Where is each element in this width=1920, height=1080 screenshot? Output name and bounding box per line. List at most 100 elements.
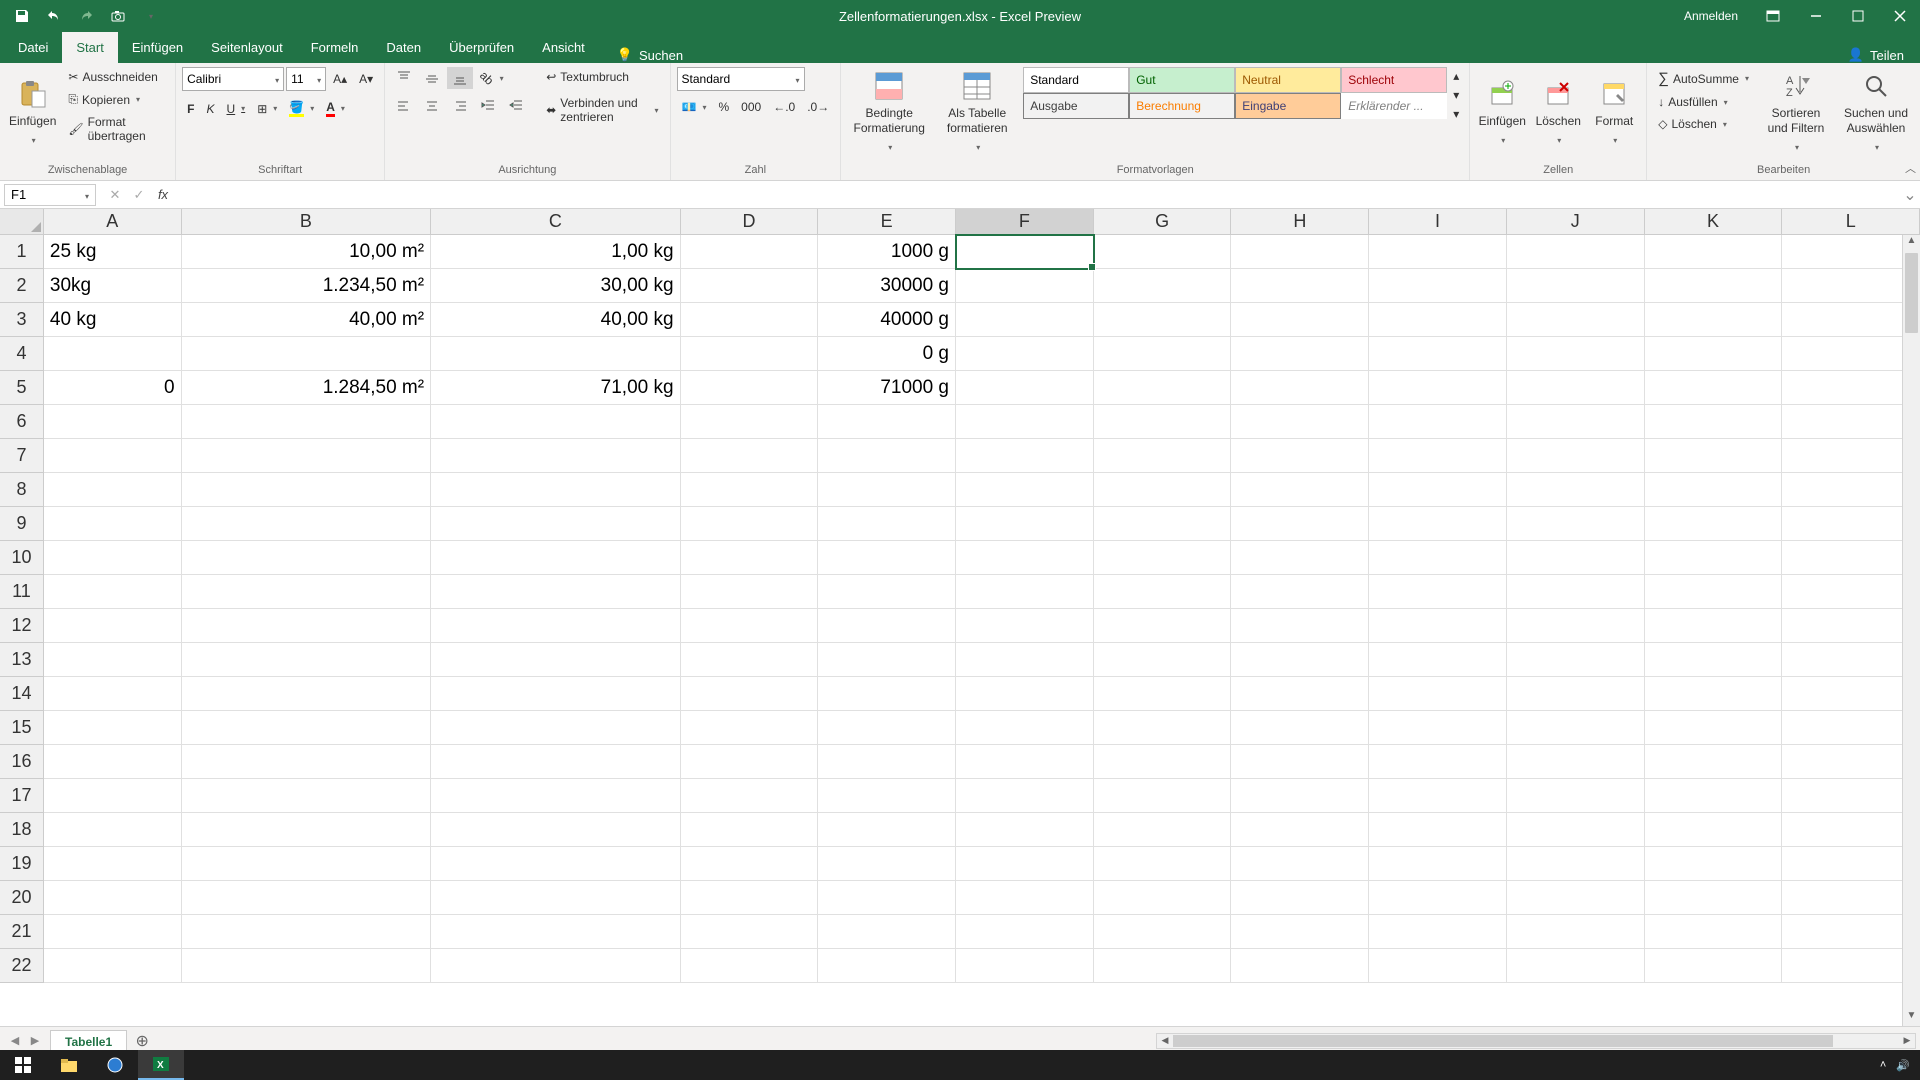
insert-cells-button[interactable]: Einfügen: [1476, 67, 1528, 157]
find-select-button[interactable]: Suchen und Auswählen: [1838, 67, 1914, 157]
cell[interactable]: [44, 915, 182, 949]
cell[interactable]: 0 g: [818, 337, 956, 371]
cell[interactable]: [956, 779, 1094, 813]
format-painter-button[interactable]: 🖌Format übertragen: [63, 112, 169, 146]
cell[interactable]: [681, 779, 819, 813]
cell[interactable]: [1369, 303, 1507, 337]
row-header[interactable]: 1: [0, 235, 44, 269]
cell[interactable]: [818, 609, 956, 643]
cell[interactable]: [1782, 337, 1920, 371]
align-center-button[interactable]: [419, 95, 445, 117]
tab-page[interactable]: Seitenlayout: [197, 32, 297, 63]
cell[interactable]: [44, 643, 182, 677]
format-cells-button[interactable]: Format: [1588, 67, 1640, 157]
cell-style-option[interactable]: Schlecht: [1341, 67, 1447, 93]
column-header[interactable]: D: [681, 209, 819, 234]
tab-file[interactable]: Datei: [4, 32, 62, 63]
search-box[interactable]: 💡Suchen: [607, 47, 693, 63]
save-button[interactable]: [8, 2, 36, 30]
cell[interactable]: [431, 439, 680, 473]
cell[interactable]: [818, 643, 956, 677]
cell[interactable]: [182, 779, 431, 813]
cell-style-option[interactable]: Erklärender ...: [1341, 93, 1447, 119]
cell[interactable]: [1094, 439, 1232, 473]
cell[interactable]: [1645, 235, 1783, 269]
gallery-more-button[interactable]: ▾: [1449, 105, 1463, 123]
cell[interactable]: [1369, 949, 1507, 983]
cell[interactable]: [431, 473, 680, 507]
cell[interactable]: [1645, 915, 1783, 949]
font-color-button[interactable]: A: [321, 97, 350, 120]
cell[interactable]: [1094, 609, 1232, 643]
increase-font-button[interactable]: A▴: [328, 69, 352, 89]
cell-style-option[interactable]: Gut: [1129, 67, 1235, 93]
tab-view[interactable]: Ansicht: [528, 32, 599, 63]
cell[interactable]: [182, 711, 431, 745]
fill-color-button[interactable]: 🪣: [284, 97, 319, 120]
conditional-formatting-button[interactable]: Bedingte Formatierung: [847, 67, 931, 157]
cell[interactable]: 71000 g: [818, 371, 956, 405]
row-header[interactable]: 7: [0, 439, 44, 473]
cell[interactable]: [1369, 473, 1507, 507]
cell[interactable]: [182, 541, 431, 575]
cell[interactable]: [818, 405, 956, 439]
comma-button[interactable]: 000: [736, 97, 766, 117]
tab-review[interactable]: Überprüfen: [435, 32, 528, 63]
align-left-button[interactable]: [391, 95, 417, 117]
cell[interactable]: 40,00 m²: [182, 303, 431, 337]
cell[interactable]: 25 kg: [44, 235, 182, 269]
cell[interactable]: [1782, 507, 1920, 541]
cell[interactable]: [1094, 235, 1232, 269]
cell[interactable]: [956, 269, 1094, 303]
cell[interactable]: [1507, 439, 1645, 473]
cell[interactable]: [1507, 235, 1645, 269]
cell[interactable]: [1231, 235, 1369, 269]
cell[interactable]: [1231, 847, 1369, 881]
share-button[interactable]: 👤Teilen: [1832, 47, 1920, 63]
increase-decimal-button[interactable]: ←.0: [768, 97, 800, 117]
cell[interactable]: [1369, 677, 1507, 711]
cell[interactable]: [956, 575, 1094, 609]
camera-button[interactable]: [104, 2, 132, 30]
cell[interactable]: [1231, 303, 1369, 337]
cell-style-option[interactable]: Eingabe: [1235, 93, 1341, 119]
new-sheet-button[interactable]: ⊕: [131, 1030, 153, 1052]
cut-button[interactable]: ✂Ausschneiden: [63, 67, 169, 87]
row-header[interactable]: 10: [0, 541, 44, 575]
cell[interactable]: [1231, 507, 1369, 541]
cell[interactable]: [1507, 813, 1645, 847]
cell[interactable]: [182, 575, 431, 609]
cell[interactable]: [1094, 405, 1232, 439]
cell[interactable]: [681, 371, 819, 405]
cell[interactable]: [431, 405, 680, 439]
cell[interactable]: [1645, 711, 1783, 745]
cell[interactable]: [182, 405, 431, 439]
cell-style-option[interactable]: Neutral: [1235, 67, 1341, 93]
cell[interactable]: [681, 575, 819, 609]
cell[interactable]: [182, 473, 431, 507]
cell[interactable]: 40,00 kg: [431, 303, 680, 337]
task-tray[interactable]: ˄ 🔊: [1880, 1059, 1920, 1072]
horizontal-scrollbar[interactable]: ◀ ▶: [1156, 1033, 1916, 1049]
cell[interactable]: 30000 g: [818, 269, 956, 303]
cell[interactable]: [681, 473, 819, 507]
cell[interactable]: [818, 677, 956, 711]
row-header[interactable]: 14: [0, 677, 44, 711]
column-header[interactable]: I: [1369, 209, 1507, 234]
cell[interactable]: [1369, 847, 1507, 881]
column-header[interactable]: C: [431, 209, 680, 234]
tab-data[interactable]: Daten: [372, 32, 435, 63]
cell[interactable]: [1782, 303, 1920, 337]
cell[interactable]: [1782, 949, 1920, 983]
cell-style-option[interactable]: Standard: [1023, 67, 1129, 93]
cell[interactable]: [818, 439, 956, 473]
cell[interactable]: [44, 677, 182, 711]
cell[interactable]: [1231, 949, 1369, 983]
tab-insert[interactable]: Einfügen: [118, 32, 197, 63]
cell[interactable]: [956, 507, 1094, 541]
cell[interactable]: [818, 847, 956, 881]
gallery-up-button[interactable]: ▴: [1449, 67, 1463, 85]
cell[interactable]: [1094, 337, 1232, 371]
cell[interactable]: [1369, 269, 1507, 303]
close-button[interactable]: [1880, 0, 1920, 32]
